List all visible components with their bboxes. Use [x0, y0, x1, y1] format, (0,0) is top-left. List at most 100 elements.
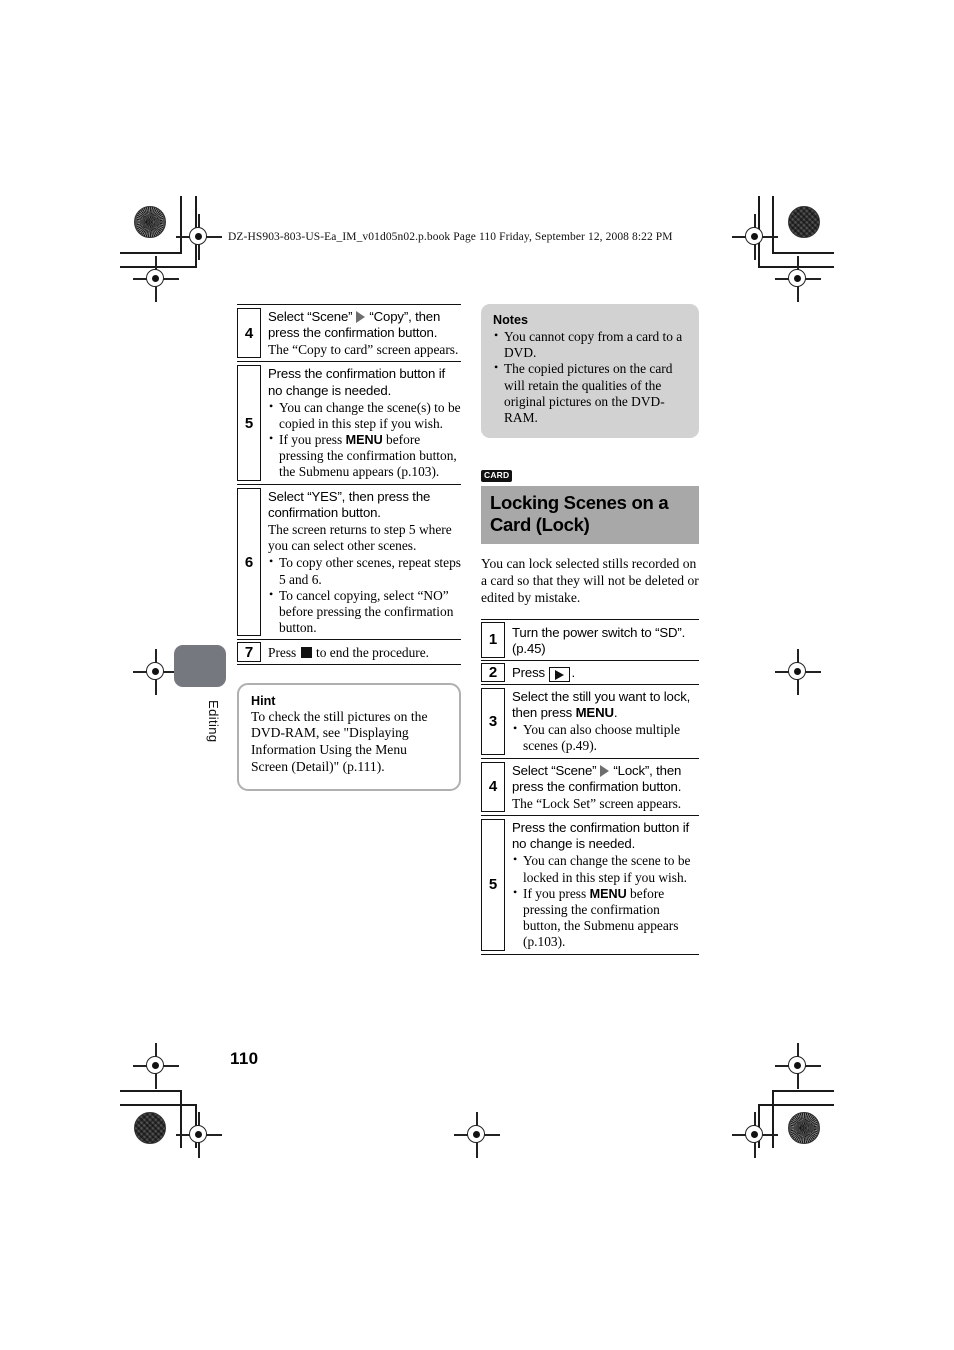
step-bullet-list: You can change the scene to be locked in…: [512, 852, 699, 950]
crop-mark: [120, 1090, 182, 1092]
step-lead: Turn the power switch to “SD”. (p.45): [512, 625, 686, 657]
step-body: Select “YES”, then press the confirmatio…: [268, 488, 461, 637]
crop-mark: [180, 1090, 182, 1148]
menu-key-label: MENU: [575, 705, 614, 721]
step-lead: Select “Scene” “Lock”, then press the con…: [512, 763, 699, 795]
step-1: 1 Turn the power switch to “SD”. (p.45): [481, 619, 699, 659]
crop-mark: [180, 196, 182, 254]
section-intro: You can lock selected stills recorded on…: [481, 556, 699, 605]
step-number: 2: [488, 663, 498, 681]
page-title: Locking Scenes on a Card (Lock): [481, 486, 699, 545]
crop-mark: [120, 266, 196, 268]
step-number-box: 5: [481, 819, 505, 951]
step-5-right: 5 Press the confirmation button if no ch…: [481, 815, 699, 955]
step-sub: The screen returns to step 5 where you c…: [268, 521, 452, 554]
card-badge: CARD: [481, 470, 513, 482]
step-lead-part-a: Press: [512, 664, 545, 680]
step-bullet-list: You can change the scene(s) to be copied…: [268, 399, 461, 481]
notes-box: Notes You cannot copy from a card to a D…: [481, 304, 699, 439]
registration-mark: [732, 1112, 778, 1158]
step-lead: Select “Scene” “Copy”, then press the con…: [268, 309, 461, 341]
step-number-box: 1: [481, 622, 505, 658]
step-3: 3 Select the still you want to lock, the…: [481, 684, 699, 758]
registration-mark: [176, 214, 222, 260]
step-lead: Press the confirmation button if no chan…: [268, 366, 445, 398]
step-lead: Press the confirmation button if no chan…: [512, 820, 689, 852]
registration-mark: [775, 256, 821, 302]
halftone-density-circle: [134, 206, 166, 238]
step-5: 5 Press the confirmation button if no ch…: [237, 361, 461, 483]
step-body: Select “Scene” “Lock”, then press the con…: [512, 762, 699, 812]
menu-key-label: MENU: [345, 433, 383, 448]
step-body: Turn the power switch to “SD”. (p.45): [512, 622, 699, 657]
step-body: Press the confirmation button if no chan…: [512, 819, 699, 951]
halftone-density-circle: [134, 1112, 166, 1144]
step-lead: Press to end the procedure.: [268, 645, 461, 661]
step-body: Press to end the procedure.: [268, 642, 461, 661]
arrow-right-icon: [356, 311, 366, 323]
list-item: You can change the scene to be locked in…: [512, 852, 699, 885]
step-number: 4: [244, 324, 254, 342]
list-item: To cancel copying, select “NO” before pr…: [268, 587, 461, 637]
notes-title: Notes: [493, 313, 528, 327]
list-item: You can also choose multiple scenes (p.4…: [512, 721, 699, 754]
step-bullet-list: To copy other scenes, repeat steps 5 and…: [268, 554, 461, 637]
step-number-box: 7: [237, 642, 261, 662]
crop-mark: [195, 196, 197, 268]
registration-mark: [133, 256, 179, 302]
step-lead-part-b: .: [571, 664, 575, 680]
step-lead-part-a: Select “Scene”: [268, 309, 353, 324]
crop-mark: [772, 196, 774, 254]
crop-mark: [758, 196, 760, 268]
step-body: Press .: [512, 663, 699, 683]
crop-mark: [772, 1090, 834, 1092]
step-number: 1: [488, 631, 498, 649]
step-body: Select the still you want to lock, then …: [512, 688, 699, 755]
left-column: 4 Select “Scene” “Copy”, then press the c…: [237, 304, 461, 791]
list-item: You can change the scene(s) to be copied…: [268, 399, 461, 432]
step-body: Select “Scene” “Copy”, then press the con…: [268, 308, 461, 358]
list-item: You cannot copy from a card to a DVD.: [493, 328, 687, 361]
arrow-right-icon: [600, 764, 610, 777]
step-sub: The “Lock Set” screen appears.: [512, 795, 682, 811]
step-number-box: 2: [481, 662, 505, 683]
step-number: 5: [488, 876, 498, 894]
step-2: 2 Press .: [481, 659, 699, 685]
step-number: 7: [244, 643, 254, 661]
stop-square-icon: [300, 647, 312, 659]
list-item: The copied pictures on the card will ret…: [493, 360, 687, 426]
hint-text: To check the still pictures on the DVD-R…: [251, 708, 428, 774]
halftone-density-circle: [788, 206, 820, 238]
step-4: 4 Select “Scene” “Copy”, then press the c…: [237, 304, 461, 361]
registration-mark: [176, 1112, 222, 1158]
list-item: To copy other scenes, repeat steps 5 and…: [268, 554, 461, 587]
step-lead: Select “YES”, then press the confirmatio…: [268, 488, 431, 520]
step-6: 6 Select “YES”, then press the confirmat…: [237, 483, 461, 640]
chapter-label-editing: Editing: [206, 700, 221, 743]
notes-list: You cannot copy from a card to a DVD. Th…: [493, 328, 687, 426]
step-number-box: 3: [481, 688, 505, 755]
step-number: 3: [488, 712, 498, 730]
registration-mark: [732, 214, 778, 260]
crop-mark: [772, 1090, 774, 1148]
section-heading-group: CARD Locking Scenes on a Card (Lock): [481, 465, 699, 545]
book-file-header-line: DZ-HS903-803-US-Ea_IM_v01d05n02.p.book P…: [228, 231, 673, 243]
crop-mark: [772, 252, 834, 254]
registration-mark: [454, 1112, 500, 1158]
hint-box: Hint To check the still pictures on the …: [237, 682, 461, 791]
printer-marks-layer: [0, 0, 954, 1350]
step-number-box: 4: [481, 761, 505, 813]
list-item: If you press MENU before pressing the co…: [268, 431, 461, 481]
halftone-density-circle: [788, 1112, 820, 1144]
right-column: Notes You cannot copy from a card to a D…: [481, 304, 699, 955]
crop-mark: [120, 1104, 196, 1106]
step-number: 4: [488, 778, 498, 796]
crop-mark: [758, 1104, 760, 1148]
crop-mark: [758, 266, 834, 268]
registration-mark: [133, 649, 179, 695]
play-button-icon: [549, 666, 571, 683]
step-lead-part-a: Select “Scene”: [512, 762, 597, 778]
hint-title: Hint: [251, 693, 276, 708]
registration-mark: [775, 649, 821, 695]
step-4-right: 4 Select “Scene” “Lock”, then press the c…: [481, 757, 699, 815]
